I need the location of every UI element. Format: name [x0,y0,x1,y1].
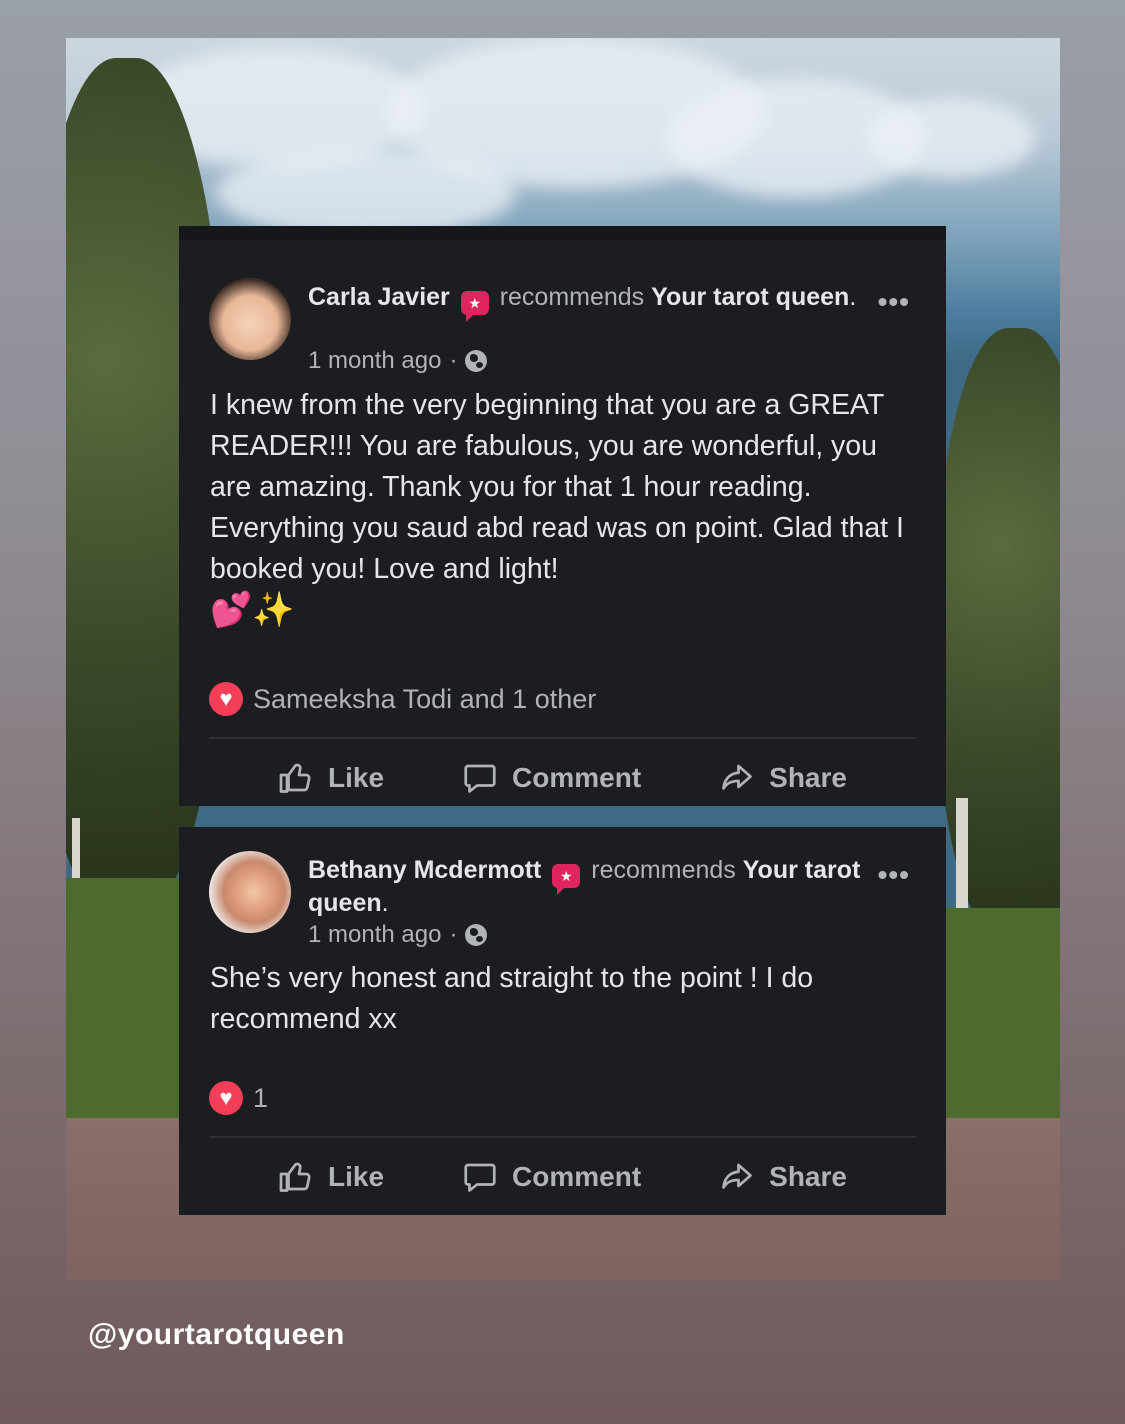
action-bar: Like Comment Share [179,760,946,796]
reaction-count: 1 [253,1082,269,1113]
author-name[interactable]: Bethany Mcdermott [308,856,541,884]
globe-icon [465,924,488,946]
share-button[interactable]: Share [719,760,847,796]
thumbs-up-icon [279,1162,311,1192]
share-icon [722,1163,753,1189]
avatar[interactable] [209,278,291,360]
love-reaction-icon [209,1081,243,1115]
review-card: Bethany Mcdermott ★ recommends Your taro… [179,827,946,1215]
comment-button[interactable]: Comment [462,760,641,796]
thumbs-up-icon [279,763,311,793]
recommend-icon: ★ [552,864,581,895]
like-button[interactable]: Like [278,760,384,796]
post-header: Bethany Mcdermott ★ recommends Your taro… [308,856,861,917]
more-options-icon[interactable]: ••• [878,286,910,318]
post-header: Carla Javier ★ recommends Your tarot que… [308,282,868,322]
review-card: Carla Javier ★ recommends Your tarot que… [179,226,946,806]
like-button[interactable]: Like [278,1159,384,1195]
love-reaction-icon [209,682,243,716]
globe-icon [465,350,488,372]
account-handle[interactable]: @yourtarotqueen [88,1318,345,1352]
post-meta: 1 month ago · [308,347,488,375]
review-text: She’s very honest and straight to the po… [210,962,814,1035]
comment-icon [464,1163,496,1192]
divider [209,737,916,739]
share-button[interactable]: Share [719,1159,847,1195]
post-meta: 1 month ago · [308,921,488,949]
divider [209,1136,916,1138]
recommends-label: recommends [591,856,736,884]
page-name[interactable]: Your tarot queen [651,283,849,311]
action-bar: Like Comment Share [179,1159,946,1195]
recommend-icon: ★ [460,291,489,322]
timestamp[interactable]: 1 month ago [308,347,441,375]
more-options-icon[interactable]: ••• [878,859,910,891]
reaction-text: Sameeksha Todi and 1 other [253,683,597,714]
comment-icon [464,764,496,793]
comment-button[interactable]: Comment [462,1159,641,1195]
review-text: I knew from the very beginning that you … [210,389,904,585]
share-icon [722,764,753,790]
recommends-label: recommends [499,283,645,311]
author-name[interactable]: Carla Javier [308,283,450,311]
emoji-row: 💕✨ [210,591,295,629]
reaction-summary[interactable]: Sameeksha Todi and 1 other [209,682,596,716]
timestamp[interactable]: 1 month ago [308,921,441,949]
reaction-summary[interactable]: 1 [209,1081,268,1115]
avatar[interactable] [209,851,291,933]
